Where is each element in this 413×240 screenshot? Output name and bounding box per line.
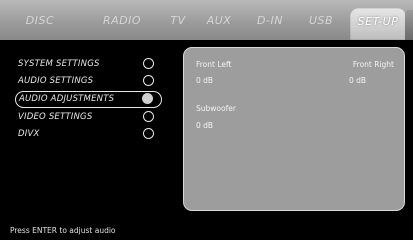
tab-set-up-label: SET-UP (357, 15, 399, 28)
tab-radio-label: RADIO (102, 14, 142, 27)
tab-disc[interactable]: DISC (18, 10, 62, 32)
menu-item-label: SYSTEM SETTINGS (18, 59, 100, 69)
menu-item-video-settings[interactable]: VIDEO SETTINGS (18, 109, 160, 126)
tab-bar-edge (405, 10, 413, 40)
menu-item-audio-adjustments[interactable]: AUDIO ADJUSTMENTS (15, 91, 162, 108)
tab-tv[interactable]: TV (166, 10, 190, 32)
menu-item-divx[interactable]: DIVX (18, 126, 160, 143)
subwoofer-label: Subwoofer (196, 104, 236, 113)
menu-item-label: VIDEO SETTINGS (18, 112, 93, 122)
menu-item-system-settings[interactable]: SYSTEM SETTINGS (18, 56, 160, 73)
radio-unselected-icon (143, 128, 154, 139)
menu-item-label: AUDIO SETTINGS (18, 76, 94, 86)
menu-item-audio-settings[interactable]: AUDIO SETTINGS (18, 73, 160, 90)
front-right-label: Front Right (352, 60, 394, 69)
source-tab-bar: DISC RADIO TV AUX D-IN USB SET-UP (0, 0, 413, 40)
setup-menu: SYSTEM SETTINGS AUDIO SETTINGS AUDIO ADJ… (15, 56, 162, 143)
tab-usb-label: USB (308, 14, 334, 27)
radio-unselected-icon (143, 111, 154, 122)
tab-d-in-label: D-IN (257, 14, 283, 27)
radio-unselected-icon (143, 58, 154, 69)
front-left-label: Front Left (196, 60, 232, 69)
tab-d-in[interactable]: D-IN (252, 10, 288, 32)
tab-usb[interactable]: USB (306, 10, 336, 32)
audio-adjustments-panel: Front Left 0 dB Front Right 0 dB Subwoof… (183, 47, 405, 211)
tab-set-up[interactable]: SET-UP (350, 8, 406, 40)
tab-aux-label: AUX (206, 14, 232, 27)
radio-selected-icon (142, 93, 153, 104)
subwoofer-value[interactable]: 0 dB (196, 121, 213, 130)
tab-radio[interactable]: RADIO (100, 10, 144, 32)
setup-screen: DISC RADIO TV AUX D-IN USB SET-UP SYSTEM… (0, 0, 413, 240)
menu-item-label: AUDIO ADJUSTMENTS (19, 94, 115, 104)
radio-unselected-icon (143, 75, 154, 86)
menu-item-label: DIVX (18, 129, 40, 139)
tab-tv-label: TV (170, 14, 186, 27)
front-right-value[interactable]: 0 dB (349, 76, 366, 85)
tab-aux[interactable]: AUX (204, 10, 234, 32)
tab-disc-label: DISC (25, 14, 55, 27)
status-hint: Press ENTER to adjust audio (10, 226, 116, 235)
front-left-value[interactable]: 0 dB (196, 76, 213, 85)
